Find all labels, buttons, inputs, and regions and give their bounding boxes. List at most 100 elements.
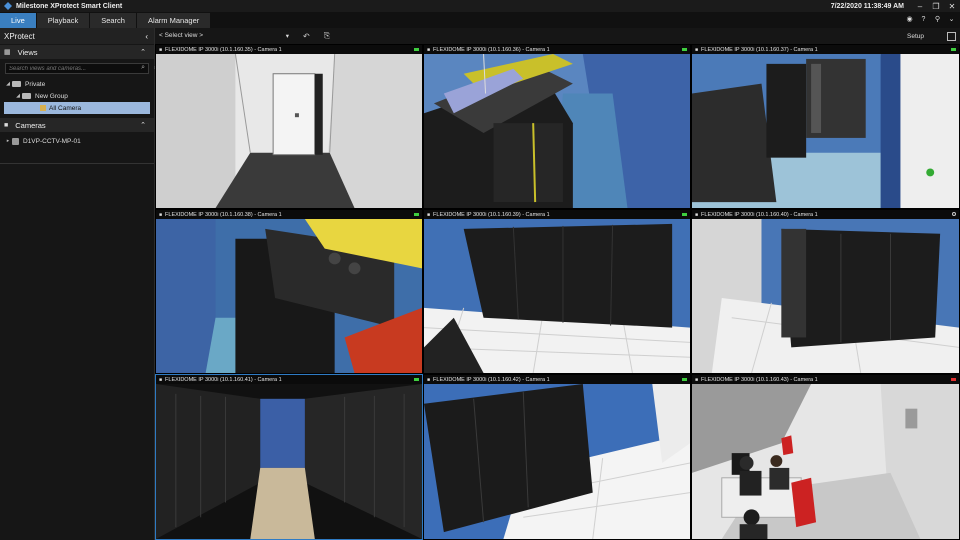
tree-item-new-group[interactable]: ◢ New Group bbox=[0, 90, 154, 102]
folder-icon bbox=[22, 93, 31, 99]
camera-tile[interactable]: ■ FLEXIDOME IP 3000i (10.1.160.41) - Cam… bbox=[155, 374, 423, 540]
status-indicator-icon bbox=[414, 378, 419, 381]
tab-playback[interactable]: Playback bbox=[36, 13, 90, 28]
camera-tile[interactable]: ■ FLEXIDOME IP 3000i (10.1.160.38) - Cam… bbox=[155, 209, 423, 374]
camera-label: FLEXIDOME IP 3000i (10.1.160.36) - Camer… bbox=[433, 46, 550, 53]
camera-title-bar: ■ FLEXIDOME IP 3000i (10.1.160.36) - Cam… bbox=[424, 45, 690, 54]
camera-icon: ■ bbox=[695, 46, 699, 53]
tree-label-all-camera: All Camera bbox=[49, 104, 82, 112]
main-tabs: Live Playback Search Alarm Manager ◉ ? ⚲… bbox=[0, 12, 960, 28]
window-controls: – ❐ ✕ bbox=[912, 0, 960, 12]
tab-live[interactable]: Live bbox=[0, 13, 36, 28]
camera-title-bar: ■ FLEXIDOME IP 3000i (10.1.160.38) - Cam… bbox=[156, 210, 422, 219]
camera-icon: ■ bbox=[159, 46, 163, 53]
camera-label: FLEXIDOME IP 3000i (10.1.160.40) - Camer… bbox=[701, 211, 818, 218]
server-label: D1VP-CCTV-MP-01 bbox=[23, 137, 81, 145]
tree-item-all-camera[interactable]: All Camera bbox=[4, 102, 150, 114]
camera-tile[interactable]: ■ FLEXIDOME IP 3000i (10.1.160.37) - Cam… bbox=[691, 44, 960, 209]
camera-title-bar: ■ FLEXIDOME IP 3000i (10.1.160.42) - Cam… bbox=[424, 375, 690, 384]
camera-tile[interactable]: ■ FLEXIDOME IP 3000i (10.1.160.35) - Cam… bbox=[155, 44, 423, 209]
tree-label-private: Private bbox=[25, 80, 46, 88]
expand-arrow-icon[interactable]: ◢ bbox=[4, 81, 12, 87]
camera-grid: ■ FLEXIDOME IP 3000i (10.1.160.35) - Cam… bbox=[155, 44, 960, 540]
tree-item-server[interactable]: ▸ D1VP-CCTV-MP-01 bbox=[0, 135, 154, 147]
collapse-sidebar-icon[interactable]: ‹ bbox=[145, 32, 148, 41]
divider bbox=[0, 163, 154, 164]
camera-icon: ■ bbox=[4, 121, 9, 129]
camera-tile[interactable]: ■ FLEXIDOME IP 3000i (10.1.160.39) - Cam… bbox=[423, 209, 691, 374]
close-icon[interactable]: ✕ bbox=[944, 0, 960, 12]
view-icon bbox=[40, 105, 46, 111]
select-view-label: < Select view > bbox=[159, 32, 204, 39]
tab-alarm-manager[interactable]: Alarm Manager bbox=[136, 13, 211, 28]
help-icon[interactable]: ? bbox=[919, 14, 928, 24]
setup-button[interactable]: Setup bbox=[907, 33, 924, 40]
camera-feed[interactable] bbox=[156, 384, 422, 539]
sidebar-header: XProtect ‹ bbox=[0, 28, 154, 44]
camera-tile[interactable]: ■ FLEXIDOME IP 3000i (10.1.160.43) - Cam… bbox=[691, 374, 960, 540]
camera-icon: ■ bbox=[695, 376, 699, 383]
view-toolbar: < Select view > ▾ ↶ ⎘ Setup bbox=[155, 28, 960, 44]
camera-label: FLEXIDOME IP 3000i (10.1.160.35) - Camer… bbox=[165, 46, 282, 53]
chevron-up-icon[interactable]: ⌃ bbox=[140, 121, 146, 129]
camera-label: FLEXIDOME IP 3000i (10.1.160.42) - Camer… bbox=[433, 376, 550, 383]
tree-item-private[interactable]: ◢ Private bbox=[0, 78, 154, 90]
camera-title-bar: ■ FLEXIDOME IP 3000i (10.1.160.39) - Cam… bbox=[424, 210, 690, 219]
status-indicator-icon bbox=[951, 48, 956, 51]
camera-feed[interactable] bbox=[156, 219, 422, 373]
chevron-up-icon[interactable]: ⌃ bbox=[140, 48, 146, 56]
camera-feed[interactable] bbox=[692, 384, 959, 539]
camera-icon: ■ bbox=[695, 211, 699, 218]
search-input[interactable] bbox=[9, 65, 119, 72]
milestone-logo-icon bbox=[4, 2, 12, 10]
camera-feed[interactable] bbox=[692, 219, 959, 373]
views-label: Views bbox=[17, 47, 38, 57]
cameras-section-header[interactable]: ■ Cameras ⌃ bbox=[0, 118, 154, 132]
status-indicator-icon bbox=[682, 378, 687, 381]
camera-title-bar: ■ FLEXIDOME IP 3000i (10.1.160.35) - Cam… bbox=[156, 45, 422, 54]
camera-tile[interactable]: ■ FLEXIDOME IP 3000i (10.1.160.42) - Cam… bbox=[423, 374, 691, 540]
camera-feed[interactable] bbox=[424, 219, 690, 373]
restore-icon[interactable]: ❐ bbox=[928, 0, 944, 12]
status-indicator-icon bbox=[414, 48, 419, 51]
expand-arrow-icon[interactable]: ▸ bbox=[4, 138, 12, 144]
camera-icon: ■ bbox=[159, 211, 163, 218]
fullscreen-icon[interactable] bbox=[947, 31, 956, 41]
tree-label-new-group: New Group bbox=[35, 92, 68, 100]
minimize-icon[interactable]: – bbox=[912, 0, 928, 12]
camera-title-bar: ■ FLEXIDOME IP 3000i (10.1.160.40) - Cam… bbox=[692, 210, 959, 219]
camera-title-bar: ■ FLEXIDOME IP 3000i (10.1.160.43) - Cam… bbox=[692, 375, 959, 384]
pin-icon[interactable]: ⚲ bbox=[933, 14, 942, 24]
tab-search[interactable]: Search bbox=[90, 13, 136, 28]
snapshot-icon[interactable]: ⎘ bbox=[324, 31, 330, 41]
camera-status-icon[interactable]: ◉ bbox=[905, 14, 914, 24]
camera-label: FLEXIDOME IP 3000i (10.1.160.37) - Camer… bbox=[701, 46, 818, 53]
search-icon[interactable]: ⌕ bbox=[141, 64, 145, 72]
camera-icon: ■ bbox=[427, 211, 431, 218]
camera-label: FLEXIDOME IP 3000i (10.1.160.39) - Camer… bbox=[433, 211, 550, 218]
sidebar-title: XProtect bbox=[4, 31, 35, 41]
server-icon bbox=[12, 137, 19, 145]
camera-feed[interactable] bbox=[424, 54, 690, 208]
chevron-down-icon[interactable]: ⌄ bbox=[947, 14, 956, 24]
views-section-header[interactable]: ▦ Views ⌃ bbox=[0, 45, 154, 59]
expand-arrow-icon[interactable]: ◢ bbox=[14, 93, 22, 99]
camera-feed[interactable] bbox=[424, 384, 690, 539]
grid-icon: ▦ bbox=[4, 49, 11, 56]
camera-label: FLEXIDOME IP 3000i (10.1.160.38) - Camer… bbox=[165, 211, 282, 218]
dropdown-arrow-icon: ▾ bbox=[285, 33, 289, 40]
status-indicator-icon bbox=[682, 48, 687, 51]
select-view-dropdown[interactable]: < Select view > ▾ bbox=[159, 32, 289, 40]
undo-icon[interactable]: ↶ bbox=[303, 32, 310, 41]
camera-icon: ■ bbox=[427, 46, 431, 53]
camera-tile[interactable]: ■ FLEXIDOME IP 3000i (10.1.160.40) - Cam… bbox=[691, 209, 960, 374]
sidebar: XProtect ‹ ▦ Views ⌃ ⌕ ⚙ ◢ Private ◢ New… bbox=[0, 28, 160, 540]
camera-icon: ■ bbox=[427, 376, 431, 383]
camera-tile[interactable]: ■ FLEXIDOME IP 3000i (10.1.160.36) - Cam… bbox=[423, 44, 691, 209]
search-box: ⌕ ⚙ bbox=[5, 63, 160, 74]
camera-feed[interactable] bbox=[692, 54, 959, 208]
status-indicator-icon bbox=[682, 213, 687, 216]
camera-title-bar: ■ FLEXIDOME IP 3000i (10.1.160.37) - Cam… bbox=[692, 45, 959, 54]
camera-label: FLEXIDOME IP 3000i (10.1.160.41) - Camer… bbox=[165, 376, 282, 383]
camera-feed[interactable] bbox=[156, 54, 422, 208]
